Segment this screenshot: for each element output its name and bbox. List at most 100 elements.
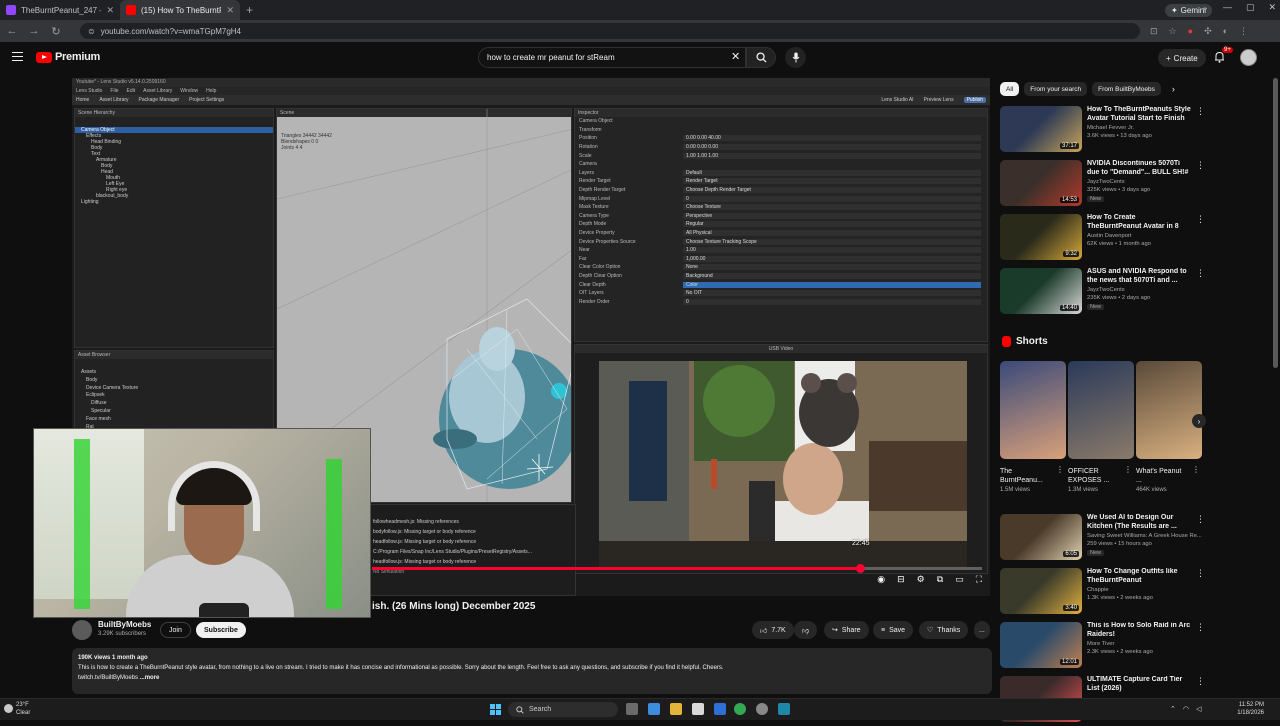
chip-from-channel[interactable]: From BuiltByMoebs [1092, 82, 1161, 96]
volume-icon[interactable]: ◁ [1196, 705, 1201, 713]
inspector-value[interactable]: Choose Depth Render Target [683, 187, 981, 194]
more-vert-icon[interactable]: ⋮ [1124, 465, 1132, 474]
back-icon[interactable]: ← [6, 25, 18, 37]
short-thumbnail[interactable] [1136, 361, 1202, 459]
tab-search-icon[interactable]: ⌄ [1201, 2, 1209, 13]
close-tab-icon[interactable]: ✕ [226, 5, 234, 16]
close-window-icon[interactable]: ✕ [1268, 2, 1276, 13]
inspector-value[interactable]: Color [683, 281, 981, 288]
short-title[interactable]: What's Peanut ... [1136, 467, 1188, 485]
page-scrollbar[interactable] [1273, 78, 1278, 368]
short-item[interactable]: OFFICER EXPOSES ... 1.3M views ⋮ [1068, 361, 1134, 493]
settings-gear-icon[interactable]: ⚙ [917, 574, 925, 585]
clear-search-icon[interactable]: ✕ [731, 50, 740, 63]
recommended-title[interactable]: ULTIMATE Capture Card Tier List (2026) [1087, 676, 1191, 693]
more-vert-icon[interactable]: ⋮ [1196, 622, 1205, 633]
dislike-button[interactable]: 👎︎ [794, 621, 818, 639]
video-thumbnail[interactable]: 14:40 [1000, 268, 1082, 314]
short-title[interactable]: OFFICER EXPOSES ... [1068, 467, 1120, 485]
recommended-title[interactable]: ASUS and NVIDIA Respond to the news that… [1087, 268, 1191, 285]
recommended-title[interactable]: How To TheBurntPeanuts Style Avatar Tuto… [1087, 106, 1191, 123]
inspector-value[interactable]: 0.00 0.00 0.00 [683, 144, 981, 151]
video-thumbnail[interactable]: 3:40 [1000, 568, 1082, 614]
voice-search-button[interactable] [785, 47, 806, 68]
youtube-logo[interactable]: Premium [36, 51, 100, 63]
inspector-value[interactable]: Choose Texture Tracking Scope [683, 238, 981, 245]
autoplay-toggle-icon[interactable]: ◉ [877, 574, 885, 585]
forward-icon[interactable]: → [28, 25, 40, 37]
recommended-video[interactable]: 9:32 How To Create TheBurntPeanut Avatar … [1000, 214, 1205, 264]
store-app-icon[interactable] [692, 703, 704, 715]
shorts-next-icon[interactable]: › [1192, 414, 1206, 428]
inspector-value[interactable]: Choose Texture [683, 204, 981, 211]
save-button[interactable]: ≡ Save [873, 621, 914, 639]
browser-menu-icon[interactable]: ⋮ [1239, 26, 1248, 37]
progress-scrubber[interactable] [856, 564, 865, 573]
chip-all[interactable]: All [1000, 82, 1020, 96]
mail-app-icon[interactable] [714, 703, 726, 715]
maximize-icon[interactable]: ▢ [1246, 2, 1255, 13]
inspector-value[interactable]: No OIT [683, 290, 981, 297]
more-vert-icon[interactable]: ⋮ [1196, 676, 1205, 687]
miniplayer-icon[interactable]: ⧉ [937, 574, 943, 585]
inspector-value[interactable]: 1,000.00 [683, 255, 981, 262]
chrome-app-icon[interactable] [734, 703, 746, 715]
recommended-channel[interactable]: Saving Sweet Williams: A Greek House Re.… [1087, 533, 1202, 539]
profile-icon[interactable]: ◐ [1223, 26, 1228, 37]
recommended-channel[interactable]: Austin Davenport [1087, 233, 1131, 239]
tab-youtube[interactable]: (15) How To TheBurntPeanut... ✕ [120, 0, 240, 20]
bookmark-star-icon[interactable]: ☆ [1169, 26, 1177, 37]
short-item[interactable]: The BurntPeanu... 1.5M views ⋮ [1000, 361, 1066, 493]
recommended-channel[interactable]: Chappie [1087, 587, 1109, 593]
description-link[interactable]: twitch.tv/BuiltByMoebs [78, 675, 138, 681]
recommended-title[interactable]: How To Change Outfits like TheBurntPeanu… [1087, 568, 1191, 585]
recommended-channel[interactable]: JayzTwoCents [1087, 287, 1125, 293]
short-item[interactable]: What's Peanut ... 464K views ⋮ [1136, 361, 1202, 493]
like-button[interactable]: 👍︎ 7.7K [752, 621, 794, 639]
recommended-title[interactable]: We Used AI to Design Our Kitchen (The Re… [1087, 514, 1191, 531]
recommended-title[interactable]: NVIDIA Discontinues 5070Ti due to "Deman… [1087, 160, 1191, 177]
inspector-value[interactable]: 0 [683, 195, 981, 202]
reload-icon[interactable]: ↻ [50, 25, 62, 38]
recommended-channel[interactable]: Michael Fevver Jr. [1087, 125, 1134, 131]
vscode-app-icon[interactable] [778, 703, 790, 715]
wifi-icon[interactable]: ◠ [1183, 705, 1189, 713]
show-more-link[interactable]: ...more [140, 675, 160, 681]
weather-widget[interactable]: 23°F Clear [4, 701, 30, 717]
task-view-icon[interactable] [626, 703, 638, 715]
more-vert-icon[interactable]: ⋮ [1196, 268, 1205, 279]
recommended-video[interactable]: 12:01 This is How to Solo Raid in Arc Rai… [1000, 622, 1205, 672]
recommended-channel[interactable]: JayzTwoCents [1087, 179, 1125, 185]
video-thumbnail[interactable]: 12:01 [1000, 622, 1082, 668]
short-thumbnail[interactable] [1000, 361, 1066, 459]
recommended-title[interactable]: How To Create TheBurntPeanut Avatar in 8… [1087, 214, 1191, 231]
create-button[interactable]: + Create [1158, 49, 1206, 67]
more-vert-icon[interactable]: ⋮ [1196, 106, 1205, 117]
recommended-video[interactable]: 14:53 NVIDIA Discontinues 5070Ti due to "… [1000, 160, 1205, 210]
windows-start-icon[interactable] [490, 704, 501, 715]
inspector-value[interactable]: Default [683, 169, 981, 176]
search-button[interactable] [746, 47, 776, 68]
video-thumbnail[interactable]: 14:53 [1000, 160, 1082, 206]
more-actions-button[interactable]: ... [974, 621, 990, 639]
install-icon[interactable]: ⊡ [1150, 26, 1158, 37]
inspector-value[interactable]: 0.00 0.00 40.00 [683, 135, 981, 142]
inspector-value[interactable]: All Physical [683, 230, 981, 237]
inspector-value[interactable]: 1.00 1.00 1.00 [683, 152, 981, 159]
site-info-icon[interactable]: ⊜ [88, 27, 95, 36]
recommended-title[interactable]: This is How to Solo Raid in Arc Raiders! [1087, 622, 1191, 639]
copilot-app-icon[interactable] [648, 703, 660, 715]
more-vert-icon[interactable]: ⋮ [1056, 465, 1064, 474]
fullscreen-icon[interactable]: ⛶ [976, 574, 982, 585]
video-progress-bar[interactable] [372, 564, 982, 573]
join-button[interactable]: Join [160, 622, 191, 638]
clock[interactable]: 11:52 PM 1/18/2026 [1237, 701, 1264, 717]
account-avatar[interactable] [1240, 49, 1257, 66]
hamburger-menu-icon[interactable] [12, 52, 23, 61]
more-vert-icon[interactable]: ⋮ [1196, 214, 1205, 225]
extension-icon[interactable]: ● [1188, 26, 1193, 37]
extensions-puzzle-icon[interactable]: ✣ [1204, 26, 1212, 37]
theater-mode-icon[interactable]: ▭ [955, 574, 964, 585]
tab-twitch[interactable]: TheBurntPeanut_247 - Twitch ✕ [0, 0, 120, 20]
chevron-right-icon[interactable]: › [1172, 84, 1175, 94]
